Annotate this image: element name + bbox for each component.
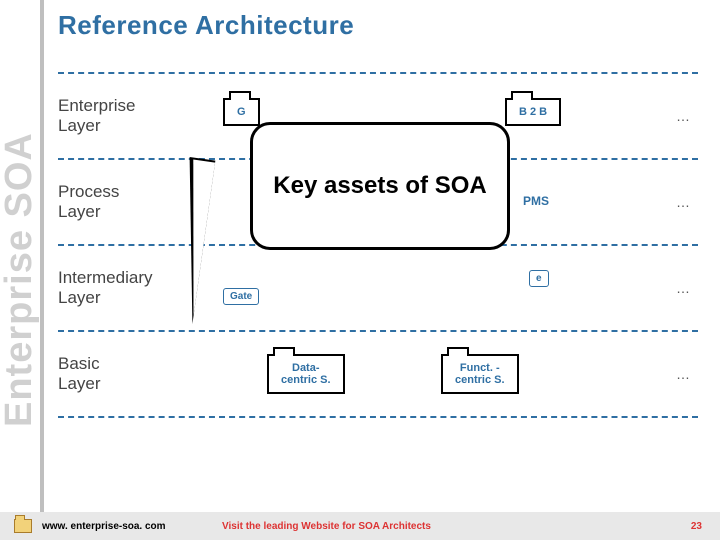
folder-label: Funct. - centric S. [441,354,519,394]
ellipsis: … [676,108,690,124]
row-label: Basic Layer [58,354,213,393]
badge-gate: Gate [223,288,259,305]
folder-b2b: B 2 B [505,98,561,126]
footer-url: www. enterprise-soa. com [42,521,222,532]
pms-label: PMS [523,194,549,208]
footer-cta: Visit the leading Website for SOA Archit… [222,521,691,532]
ellipsis: … [676,280,690,296]
folder-label: B 2 B [505,98,561,126]
folder-label: G [223,98,260,126]
divider [58,416,698,418]
badge-right: e [529,270,549,287]
slide: Reference Architecture Enterprise SOA En… [0,0,720,540]
folder: G [223,98,260,126]
folder-data-centric: Data- centric S. [267,354,345,394]
page-number: 23 [691,521,720,532]
folder-icon [14,519,32,533]
footer: www. enterprise-soa. com Visit the leadi… [0,512,720,540]
folder-label: Data- centric S. [267,354,345,394]
ellipsis: … [676,194,690,210]
row-intermediary: Intermediary Layer Gate e … [58,246,698,330]
callout-text: Key assets of SOA [273,172,486,200]
ellipsis: … [676,366,690,382]
folder-funct-centric: Funct. - centric S. [441,354,519,394]
side-title: Enterprise SOA [0,80,42,480]
row-basic: Basic Layer Data- centric S. Funct. - ce… [58,332,698,416]
page-title: Reference Architecture [58,10,354,41]
callout-bubble: Key assets of SOA [250,122,510,250]
row-label: Enterprise Layer [58,96,213,135]
